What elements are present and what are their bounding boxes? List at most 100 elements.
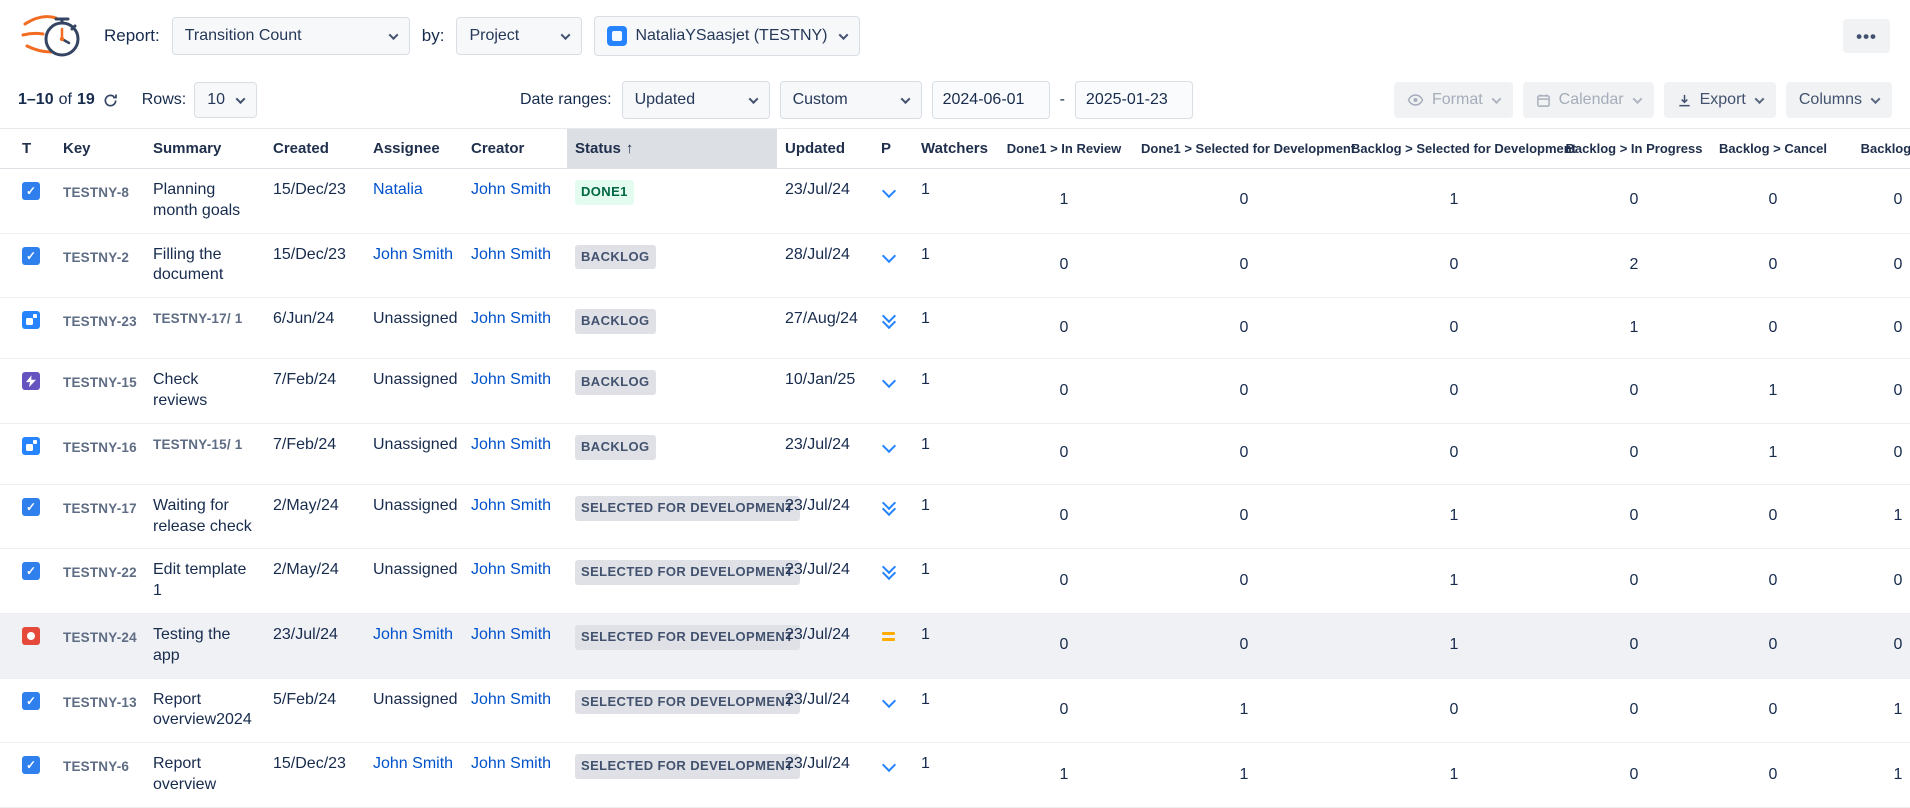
creator-name[interactable]: John Smith [471, 755, 551, 772]
assignee-cell[interactable]: John Smith [365, 743, 463, 808]
refresh-icon[interactable] [103, 93, 118, 108]
table-row[interactable]: TESTNY-2 Filling the document 15/Dec/23 … [0, 233, 1910, 298]
metric-backlog-cancel: 0 [1709, 678, 1837, 743]
creator-cell[interactable]: John Smith [463, 613, 567, 678]
col-updated[interactable]: Updated [777, 129, 873, 169]
metric-backlog-cancel: 0 [1709, 484, 1837, 549]
table-row[interactable]: TESTNY-13 Report overview2024 5/Feb/24 U… [0, 678, 1910, 743]
assignee-name[interactable]: Unassigned [373, 691, 458, 708]
assignee-name[interactable]: Unassigned [373, 497, 458, 514]
creator-cell[interactable]: John Smith [463, 359, 567, 424]
creator-cell[interactable]: John Smith [463, 484, 567, 549]
metric-backlog-cut: 0 [1837, 423, 1910, 484]
chevron-down-icon [838, 30, 848, 40]
assignee-name[interactable]: Unassigned [373, 436, 458, 453]
col-created[interactable]: Created [265, 129, 365, 169]
priority-icon [881, 563, 897, 581]
status-badge: SELECTED FOR DEVELOPMENT [575, 625, 800, 650]
metric-done1-in-review: 0 [989, 359, 1139, 424]
issue-key: TESTNY-6 [55, 743, 145, 808]
assignee-cell[interactable]: Unassigned [365, 678, 463, 743]
calendar-button[interactable]: Calendar [1523, 82, 1654, 118]
col-done1-in-review[interactable]: Done1 > In Review [989, 129, 1139, 169]
date-field-select[interactable]: Updated [622, 81, 770, 119]
creator-name[interactable]: John Smith [471, 436, 551, 453]
date-mode-select[interactable]: Custom [780, 81, 922, 119]
created-date: 6/Jun/24 [265, 298, 365, 359]
assignee-name[interactable]: John Smith [373, 626, 453, 643]
creator-name[interactable]: John Smith [471, 497, 551, 514]
more-actions-button[interactable]: ••• [1843, 19, 1890, 53]
col-type[interactable]: T [0, 129, 55, 169]
assignee-cell[interactable]: Unassigned [365, 549, 463, 614]
assignee-name[interactable]: Unassigned [373, 561, 458, 578]
col-backlog-in-progress[interactable]: Backlog > In Progress [1559, 129, 1709, 169]
metric-backlog-selected-for-development: 1 [1349, 549, 1559, 614]
table-row[interactable]: TESTNY-24 Testing the app 23/Jul/24 John… [0, 613, 1910, 678]
assignee-name[interactable]: John Smith [373, 755, 453, 772]
assignee-cell[interactable]: Unassigned [365, 423, 463, 484]
date-from-input[interactable] [932, 81, 1050, 119]
metric-backlog-cut: 0 [1837, 169, 1910, 234]
project-select[interactable]: NataliaYSaasjet (TESTNY) [594, 16, 859, 56]
col-creator[interactable]: Creator [463, 129, 567, 169]
table-row[interactable]: TESTNY-17 Waiting for release check 2/Ma… [0, 484, 1910, 549]
columns-button[interactable]: Columns [1786, 82, 1892, 118]
rows-per-page-select[interactable]: 10 [194, 82, 257, 118]
creator-name[interactable]: John Smith [471, 691, 551, 708]
creator-name[interactable]: John Smith [471, 181, 551, 198]
type-cell [0, 484, 55, 549]
assignee-cell[interactable]: Unassigned [365, 484, 463, 549]
priority-icon [881, 373, 897, 391]
creator-cell[interactable]: John Smith [463, 678, 567, 743]
metric-done1-in-review: 0 [989, 613, 1139, 678]
assignee-cell[interactable]: Unassigned [365, 359, 463, 424]
creator-name[interactable]: John Smith [471, 310, 551, 327]
col-backlog-cancel[interactable]: Backlog > Cancel [1709, 129, 1837, 169]
table-row[interactable]: TESTNY-16 TESTNY-15/ 1 7/Feb/24 Unassign… [0, 423, 1910, 484]
summary-text: Report overview2024 [153, 691, 252, 729]
col-backlog-cut[interactable]: Backlog > C [1837, 129, 1910, 169]
table-row[interactable]: TESTNY-6 Report overview 15/Dec/23 John … [0, 743, 1910, 808]
col-summary[interactable]: Summary [145, 129, 265, 169]
table-row[interactable]: TESTNY-22 Edit template 1 2/May/24 Unass… [0, 549, 1910, 614]
creator-cell[interactable]: John Smith [463, 298, 567, 359]
creator-cell[interactable]: John Smith [463, 169, 567, 234]
creator-name[interactable]: John Smith [471, 626, 551, 643]
assignee-name[interactable]: John Smith [373, 246, 453, 263]
assignee-name[interactable]: Unassigned [373, 371, 458, 388]
metric-backlog-cancel: 1 [1709, 423, 1837, 484]
table-row[interactable]: TESTNY-23 TESTNY-17/ 1 6/Jun/24 Unassign… [0, 298, 1910, 359]
creator-name[interactable]: John Smith [471, 371, 551, 388]
col-watchers[interactable]: Watchers [913, 129, 989, 169]
format-button[interactable]: Format [1394, 82, 1513, 118]
updated-date: 23/Jul/24 [777, 169, 873, 234]
table-row[interactable]: TESTNY-15 Check reviews 7/Feb/24 Unassig… [0, 359, 1910, 424]
export-button[interactable]: Export [1664, 82, 1776, 118]
col-key[interactable]: Key [55, 129, 145, 169]
assignee-name[interactable]: Natalia [373, 181, 423, 198]
col-backlog-selected-for-development[interactable]: Backlog > Selected for Development [1349, 129, 1559, 169]
metric-backlog-selected-for-development: 0 [1349, 678, 1559, 743]
col-priority[interactable]: P [873, 129, 913, 169]
table-row[interactable]: TESTNY-8 Planning month goals 15/Dec/23 … [0, 169, 1910, 234]
creator-cell[interactable]: John Smith [463, 233, 567, 298]
date-to-input[interactable] [1075, 81, 1193, 119]
issue-table-body: TESTNY-8 Planning month goals 15/Dec/23 … [0, 169, 1910, 808]
col-done1-selected-for-development[interactable]: Done1 > Selected for Development [1139, 129, 1349, 169]
creator-cell[interactable]: John Smith [463, 743, 567, 808]
assignee-cell[interactable]: John Smith [365, 233, 463, 298]
creator-name[interactable]: John Smith [471, 246, 551, 263]
assignee-cell[interactable]: Natalia [365, 169, 463, 234]
assignee-cell[interactable]: John Smith [365, 613, 463, 678]
col-assignee[interactable]: Assignee [365, 129, 463, 169]
date-range-group: Date ranges: Updated Custom - [520, 81, 1193, 119]
report-type-select[interactable]: Transition Count [172, 17, 410, 55]
creator-cell[interactable]: John Smith [463, 549, 567, 614]
assignee-name[interactable]: Unassigned [373, 310, 458, 327]
assignee-cell[interactable]: Unassigned [365, 298, 463, 359]
col-status[interactable]: Status↑ [567, 129, 777, 169]
creator-name[interactable]: John Smith [471, 561, 551, 578]
creator-cell[interactable]: John Smith [463, 423, 567, 484]
group-by-select[interactable]: Project [456, 17, 582, 55]
